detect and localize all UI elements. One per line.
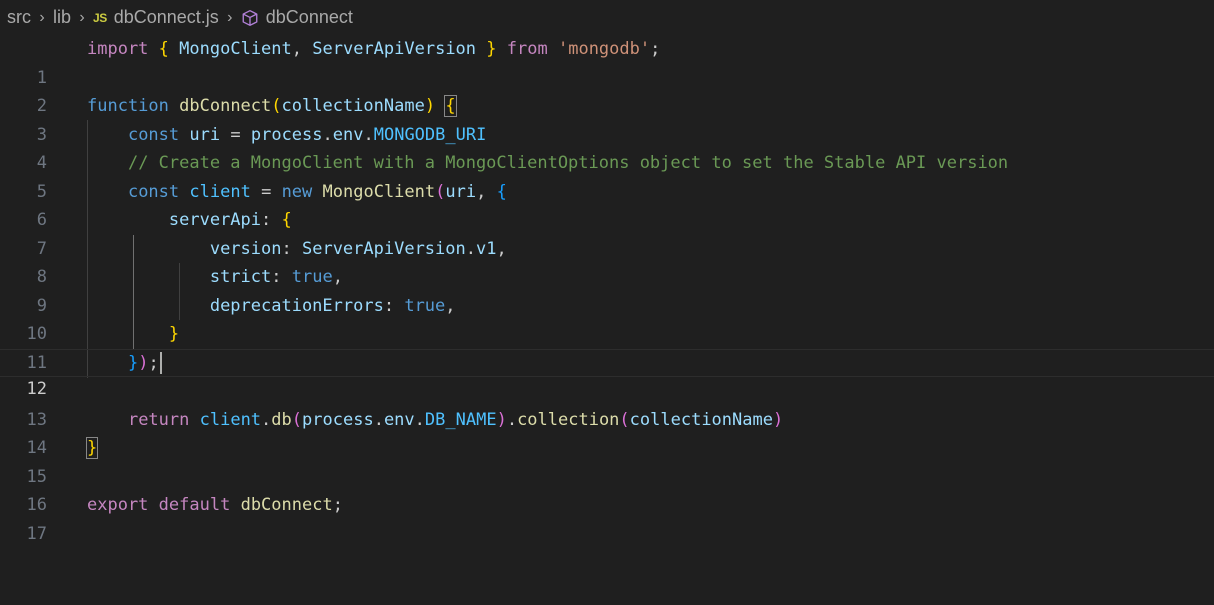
code-line: 1 import { MongoClient, ServerApiVersion… bbox=[0, 35, 1214, 88]
token-bracket: } bbox=[127, 352, 139, 373]
code-line: 3 function dbConnect(collectionName) { bbox=[0, 92, 1214, 145]
line-code: } bbox=[85, 434, 99, 463]
token-property: v1 bbox=[476, 238, 497, 259]
token-parameter: collectionName bbox=[281, 96, 425, 116]
token-variable: client bbox=[189, 181, 251, 202]
code-line: 8 version: ServerApiVersion.v1, bbox=[0, 235, 1214, 288]
js-file-icon: JS bbox=[93, 10, 107, 25]
token-function: dbConnect bbox=[179, 96, 272, 116]
code-line: 10 deprecationErrors: true, bbox=[0, 292, 1214, 345]
code-line: 15 } bbox=[0, 434, 1214, 487]
line-code: import { MongoClient, ServerApiVersion }… bbox=[87, 39, 661, 59]
chevron-right-icon: › bbox=[39, 8, 45, 26]
token-bracket: { bbox=[158, 39, 169, 59]
token-method: collection bbox=[517, 409, 620, 430]
token-parameter: collectionName bbox=[629, 409, 773, 430]
token-string: 'mongodb' bbox=[557, 39, 651, 59]
line-code: version: ServerApiVersion.v1, bbox=[209, 238, 507, 259]
line-code: } bbox=[87, 320, 179, 349]
code-line: 14 return client.db(process.env.DB_NAME)… bbox=[0, 406, 1214, 459]
token-keyword: new bbox=[281, 181, 313, 202]
code-line: 5 // Create a MongoClient with a MongoCl… bbox=[0, 149, 1214, 202]
breadcrumb-item-symbol[interactable]: dbConnect bbox=[266, 7, 353, 28]
token-keyword: const bbox=[127, 124, 180, 145]
token-property: strict bbox=[209, 267, 272, 287]
token-variable: process bbox=[302, 409, 374, 430]
line-code: const uri = process.env.MONGODB_URI bbox=[127, 124, 487, 145]
chevron-right-icon: › bbox=[79, 8, 85, 26]
token-bracket: { bbox=[496, 181, 507, 202]
code-line: 16 bbox=[0, 463, 1214, 515]
line-code: function dbConnect(collectionName) { bbox=[87, 95, 457, 117]
token-property: serverApi bbox=[168, 210, 262, 230]
token-identifier: ServerApiVersion bbox=[312, 39, 477, 59]
token-constant: MONGODB_URI bbox=[373, 124, 487, 145]
token-property: version bbox=[209, 238, 282, 259]
code-line: 17 export default dbConnect; bbox=[0, 491, 1214, 544]
token-function: dbConnect bbox=[240, 495, 333, 515]
token-variable: process bbox=[250, 124, 323, 145]
code-line: 13 bbox=[0, 377, 1214, 430]
code-editor[interactable]: 1 import { MongoClient, ServerApiVersion… bbox=[0, 35, 1214, 557]
code-line: 11 } bbox=[0, 320, 1214, 373]
token-identifier: ServerApiVersion bbox=[301, 238, 466, 259]
token-identifier: MongoClient bbox=[179, 39, 292, 59]
token-keyword: from bbox=[506, 39, 548, 59]
token-keyword: function bbox=[87, 96, 169, 116]
line-code: const client = new MongoClient(uri, { bbox=[127, 181, 507, 202]
breadcrumb-item-src[interactable]: src bbox=[7, 7, 31, 28]
token-variable: uri bbox=[445, 181, 477, 202]
token-bracket: { bbox=[281, 210, 292, 230]
line-code: serverApi: { bbox=[168, 210, 292, 230]
token-keyword: const bbox=[127, 181, 180, 202]
text-cursor bbox=[159, 351, 162, 374]
line-code: }); bbox=[87, 350, 162, 377]
token-keyword: default bbox=[158, 495, 231, 515]
code-line: 4 const uri = process.env.MONGODB_URI bbox=[0, 121, 1214, 174]
token-property: env bbox=[383, 409, 415, 430]
token-keyword: import bbox=[87, 39, 149, 59]
breadcrumb: src › lib › JS dbConnect.js › dbConnect bbox=[0, 0, 1214, 35]
code-line: 9 strict: true, bbox=[0, 263, 1214, 316]
token-class: MongoClient bbox=[322, 181, 436, 202]
token-bracket-matched: { bbox=[444, 95, 457, 117]
token-property: deprecationErrors bbox=[209, 295, 384, 316]
token-variable: client bbox=[199, 409, 262, 430]
token-bracket: } bbox=[168, 324, 180, 344]
code-line: 6 const client = new MongoClient(uri, { bbox=[0, 178, 1214, 231]
code-line: 2 bbox=[0, 64, 1214, 116]
line-code: deprecationErrors: true, bbox=[209, 295, 456, 316]
breadcrumb-item-lib[interactable]: lib bbox=[53, 7, 71, 28]
token-comment: // Create a MongoClient with a MongoClie… bbox=[127, 153, 1009, 173]
line-number: 17 bbox=[26, 523, 47, 544]
token-constant: DB_NAME bbox=[424, 409, 497, 430]
token-property: env bbox=[332, 124, 364, 145]
line-code: // Create a MongoClient with a MongoClie… bbox=[87, 149, 1008, 178]
chevron-right-icon: › bbox=[227, 8, 233, 26]
token-bracket-matched: } bbox=[85, 437, 99, 459]
line-code: export default dbConnect; bbox=[87, 495, 343, 515]
code-line-current: 12 }); bbox=[0, 348, 1214, 399]
breadcrumb-item-file[interactable]: dbConnect.js bbox=[114, 7, 219, 28]
token-boolean: true bbox=[291, 267, 333, 287]
token-boolean: true bbox=[404, 295, 446, 316]
token-bracket: } bbox=[486, 39, 497, 59]
code-line: 7 serverApi: { bbox=[0, 206, 1214, 259]
token-keyword: export bbox=[87, 495, 149, 515]
line-code: return client.db(process.env.DB_NAME).co… bbox=[127, 409, 784, 430]
token-keyword: return bbox=[127, 409, 190, 430]
cube-symbol-icon bbox=[242, 9, 258, 26]
line-code: strict: true, bbox=[209, 267, 343, 287]
token-variable: uri bbox=[189, 124, 221, 145]
token-method: db bbox=[271, 409, 292, 430]
